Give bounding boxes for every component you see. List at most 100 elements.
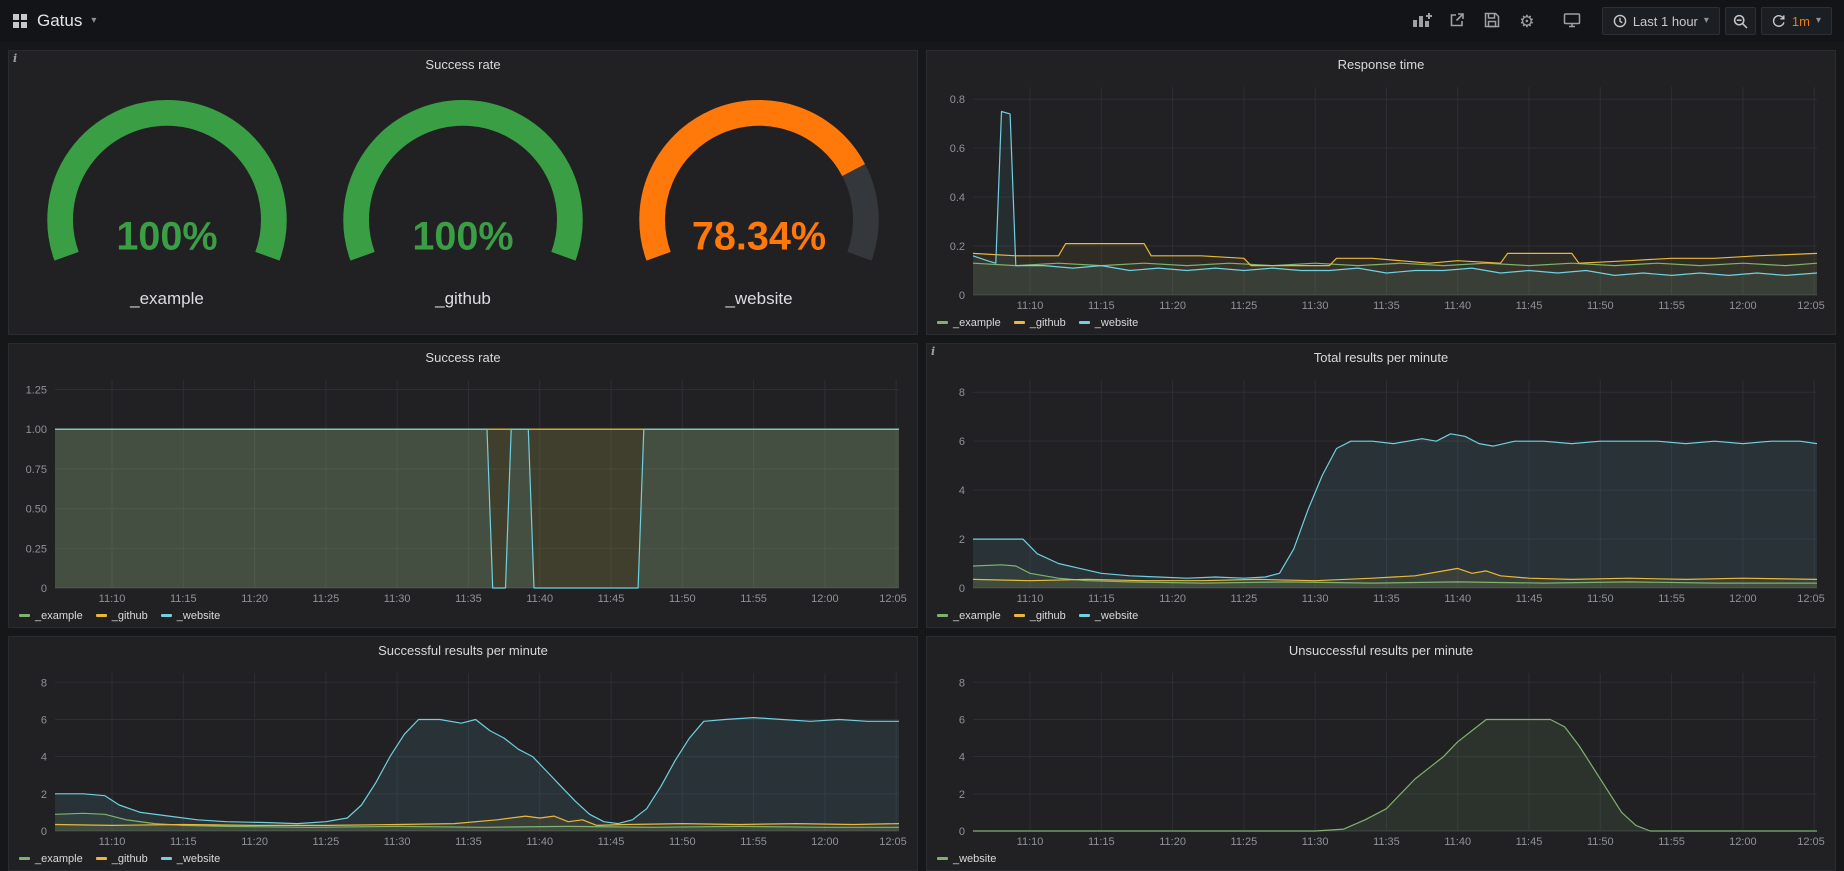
panel-body: 00.20.40.60.811:1011:1511:2011:2511:3011…	[927, 77, 1835, 334]
chart-successful-results[interactable]: 0246811:1011:1511:2011:2511:3011:3511:40…	[13, 663, 913, 850]
time-series-plot[interactable]: 00.250.500.751.001.2511:1011:1511:2011:2…	[13, 370, 913, 607]
dashboard-title[interactable]: Gatus	[37, 11, 82, 31]
add-panel-icon	[1412, 12, 1432, 31]
panel-header: Success rate	[9, 51, 917, 77]
chart-success-rate-graph[interactable]: 00.250.500.751.001.2511:1011:1511:2011:2…	[13, 370, 913, 607]
y-axis-tick-label: 0.8	[950, 94, 965, 106]
x-axis-tick-label: 11:15	[1088, 300, 1115, 312]
share-button[interactable]	[1442, 7, 1472, 35]
legend-item-_website[interactable]: _website	[937, 853, 996, 865]
legend-series-dash	[96, 614, 107, 617]
x-axis-tick-label: 11:20	[1159, 836, 1186, 848]
gauge: 78.34%	[620, 99, 898, 287]
time-range-label: Last 1 hour	[1633, 14, 1698, 29]
panel-title[interactable]: Successful results per minute	[378, 643, 548, 658]
x-axis-tick-label: 11:55	[740, 593, 767, 605]
x-axis-tick-label: 11:50	[1587, 836, 1614, 848]
refresh-caret-icon: ▾	[1816, 16, 1821, 26]
x-axis-tick-label: 11:25	[1231, 300, 1258, 312]
legend-item-_github[interactable]: _github	[96, 853, 148, 865]
y-axis-tick-label: 1.25	[26, 385, 47, 397]
legend-item-_github[interactable]: _github	[1014, 317, 1066, 329]
x-axis-tick-label: 11:30	[1302, 593, 1329, 605]
legend-item-_website[interactable]: _website	[161, 610, 220, 622]
legend-series-label: _website	[1095, 610, 1138, 622]
save-icon	[1484, 12, 1500, 31]
legend-series-label: _website	[177, 610, 220, 622]
cycle-view-button[interactable]	[1557, 7, 1587, 35]
x-axis-tick-label: 12:00	[1729, 300, 1757, 312]
chart-total-results[interactable]: 0246811:1011:1511:2011:2511:3011:3511:40…	[931, 370, 1831, 607]
x-axis-tick-label: 12:05	[1797, 300, 1825, 312]
series-area-_website	[973, 720, 1817, 832]
time-range-caret-icon: ▾	[1704, 16, 1709, 26]
x-axis-tick-label: 11:40	[526, 593, 553, 605]
panel-header: Successful results per minute	[9, 637, 917, 663]
x-axis-tick-label: 11:50	[1587, 593, 1614, 605]
panel-header: Total results per minute	[927, 344, 1835, 370]
legend-item-_example[interactable]: _example	[937, 317, 1001, 329]
legend-item-_github[interactable]: _github	[96, 610, 148, 622]
panel-success-rate-graph: Success rate00.250.500.751.001.2511:1011…	[8, 343, 918, 628]
chart-unsuccessful-results[interactable]: 0246811:1011:1511:2011:2511:3011:3511:40…	[931, 663, 1831, 850]
y-axis-tick-label: 6	[959, 436, 965, 448]
x-axis-tick-label: 11:35	[455, 593, 482, 605]
y-axis-tick-label: 0	[41, 583, 47, 595]
legend-series-label: _website	[953, 853, 996, 865]
save-button[interactable]	[1477, 7, 1507, 35]
x-axis-tick-label: 11:20	[1159, 593, 1186, 605]
zoom-out-button[interactable]	[1725, 7, 1756, 35]
panel-info-icon[interactable]: i	[13, 52, 25, 66]
x-axis-tick-label: 11:10	[1017, 300, 1044, 312]
time-series-plot[interactable]: 00.20.40.60.811:1011:1511:2011:2511:3011…	[931, 77, 1831, 314]
add-panel-button[interactable]	[1407, 7, 1437, 35]
time-series-plot[interactable]: 0246811:1011:1511:2011:2511:3011:3511:40…	[931, 663, 1831, 850]
x-axis-tick-label: 11:10	[1017, 836, 1044, 848]
dashboard-caret-icon[interactable]: ▾	[91, 16, 96, 26]
y-axis-tick-label: 4	[41, 752, 47, 764]
legend-item-_website[interactable]: _website	[1079, 317, 1138, 329]
time-range-picker[interactable]: Last 1 hour ▾	[1602, 7, 1720, 35]
x-axis-tick-label: 11:30	[1302, 836, 1329, 848]
panel-body: 100%_example100%_github78.34%_website	[9, 77, 917, 334]
refresh-picker[interactable]: 1m ▾	[1761, 7, 1832, 35]
apps-grid-icon[interactable]	[12, 13, 28, 29]
panel-body: 00.250.500.751.001.2511:1011:1511:2011:2…	[9, 370, 917, 627]
panel-title[interactable]: Unsuccessful results per minute	[1289, 643, 1473, 658]
x-axis-tick-label: 11:20	[241, 593, 268, 605]
legend-item-_github[interactable]: _github	[1014, 610, 1066, 622]
x-axis-tick-label: 11:55	[740, 836, 767, 848]
tv-icon	[1563, 12, 1581, 31]
refresh-icon	[1772, 14, 1786, 28]
settings-button[interactable]: ⚙	[1512, 7, 1542, 35]
time-series-plot[interactable]: 0246811:1011:1511:2011:2511:3011:3511:40…	[13, 663, 913, 850]
gauge-value: 78.34%	[692, 214, 826, 258]
panel-title[interactable]: Success rate	[425, 350, 500, 365]
panel-response-time: Response time00.20.40.60.811:1011:1511:2…	[926, 50, 1836, 335]
panel-title[interactable]: Response time	[1338, 57, 1425, 72]
y-axis-tick-label: 0	[959, 826, 965, 838]
panel-title[interactable]: Success rate	[425, 57, 500, 72]
legend-series-label: _website	[1095, 317, 1138, 329]
x-axis-tick-label: 11:45	[598, 836, 625, 848]
share-icon	[1449, 12, 1465, 31]
legend-item-_example[interactable]: _example	[937, 610, 1001, 622]
chart-response-time[interactable]: 00.20.40.60.811:1011:1511:2011:2511:3011…	[931, 77, 1831, 314]
gauge-value: 100%	[412, 214, 513, 258]
legend-item-_website[interactable]: _website	[1079, 610, 1138, 622]
y-axis-tick-label: 0	[959, 290, 965, 302]
panel-title[interactable]: Total results per minute	[1314, 350, 1448, 365]
x-axis-tick-label: 11:10	[99, 593, 126, 605]
y-axis-tick-label: 8	[41, 677, 47, 689]
legend-item-_example[interactable]: _example	[19, 610, 83, 622]
gauge-label: _website	[725, 289, 792, 309]
x-axis-tick-label: 11:20	[1159, 300, 1186, 312]
gauge: 100%	[324, 99, 602, 287]
x-axis-tick-label: 11:35	[1373, 836, 1400, 848]
panel-info-icon[interactable]: i	[931, 345, 943, 359]
legend-item-_example[interactable]: _example	[19, 853, 83, 865]
time-series-plot[interactable]: 0246811:1011:1511:2011:2511:3011:3511:40…	[931, 370, 1831, 607]
legend-item-_website[interactable]: _website	[161, 853, 220, 865]
legend-series-label: _github	[1030, 317, 1066, 329]
x-axis-tick-label: 11:55	[1658, 593, 1685, 605]
